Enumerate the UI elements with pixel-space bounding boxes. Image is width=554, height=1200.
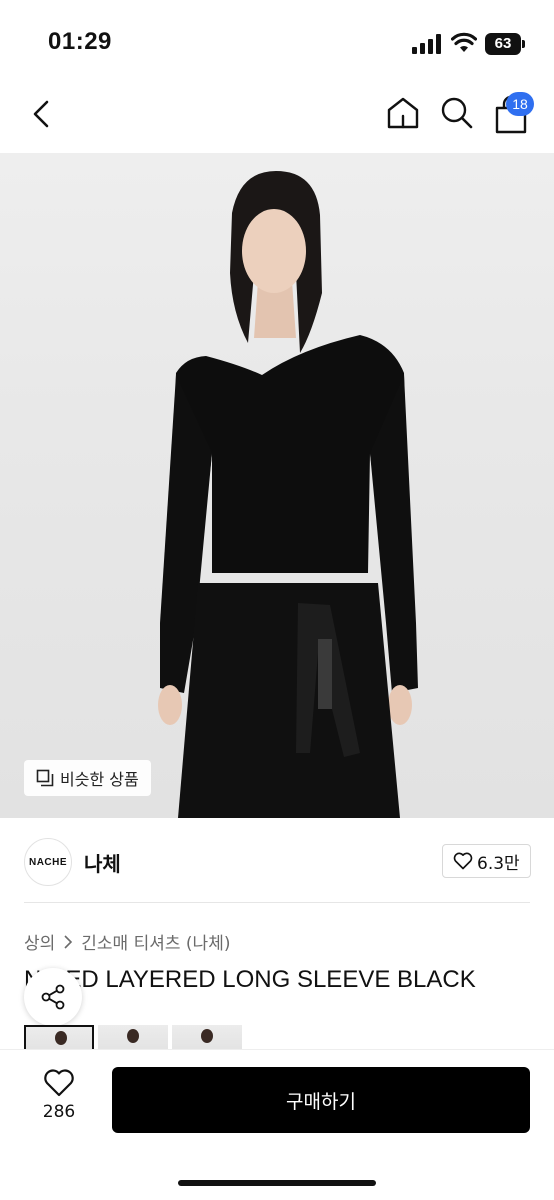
brand-like-button[interactable]: 6.3만 — [442, 844, 531, 878]
model-photo — [158, 171, 418, 818]
status-bar: 01:29 63 — [0, 0, 554, 86]
breadcrumb-category[interactable]: 상의 — [24, 929, 55, 954]
product-image[interactable]: 비슷한 상품 — [0, 153, 554, 818]
wishlist-count: 286 — [42, 1102, 76, 1122]
brand-like-count: 6.3만 — [477, 853, 520, 874]
thumbnail-item[interactable] — [24, 1025, 94, 1049]
share-icon — [41, 984, 65, 1010]
chevron-right-icon — [64, 934, 73, 949]
chevron-left-icon[interactable] — [24, 96, 60, 132]
brand-logo-text: NACHE — [28, 856, 68, 868]
wishlist-button[interactable]: 286 — [28, 1068, 90, 1132]
cellular-signal-icon — [412, 34, 441, 54]
copy-icon — [36, 769, 54, 787]
brand-row: NACHE 나체 6.3만 — [0, 818, 554, 904]
cart-count-badge: 18 — [506, 92, 534, 116]
bottom-action-bar: 286 구매하기 — [0, 1049, 554, 1200]
battery-icon: 63 — [485, 33, 525, 55]
buy-button[interactable]: 구매하기 — [112, 1067, 530, 1133]
heart-icon — [453, 852, 473, 870]
search-icon[interactable] — [438, 94, 476, 132]
thumbnail-item[interactable] — [98, 1025, 168, 1049]
breadcrumb-subcategory[interactable]: 긴소매 티셔츠 (나체) — [81, 929, 230, 954]
breadcrumb: 상의 긴소매 티셔츠 (나체) — [24, 929, 230, 954]
thumbnail-strip — [24, 1025, 530, 1049]
similar-products-button[interactable]: 비슷한 상품 — [24, 760, 151, 796]
battery-level: 63 — [485, 33, 521, 55]
brand-logo[interactable]: NACHE — [24, 838, 72, 886]
brand-name[interactable]: 나체 — [84, 848, 121, 877]
similar-products-label: 비슷한 상품 — [60, 770, 139, 789]
thumbnail-item[interactable] — [172, 1025, 242, 1049]
divider — [24, 902, 530, 903]
status-time: 01:29 — [48, 28, 112, 55]
heart-icon — [44, 1069, 74, 1097]
top-nav: 18 — [0, 86, 554, 153]
home-icon[interactable] — [384, 94, 422, 132]
wifi-icon — [451, 32, 477, 52]
product-title: N…ED LAYERED LONG SLEEVE BLACK — [24, 966, 476, 993]
home-indicator — [178, 1180, 376, 1186]
share-button[interactable] — [24, 968, 82, 1026]
